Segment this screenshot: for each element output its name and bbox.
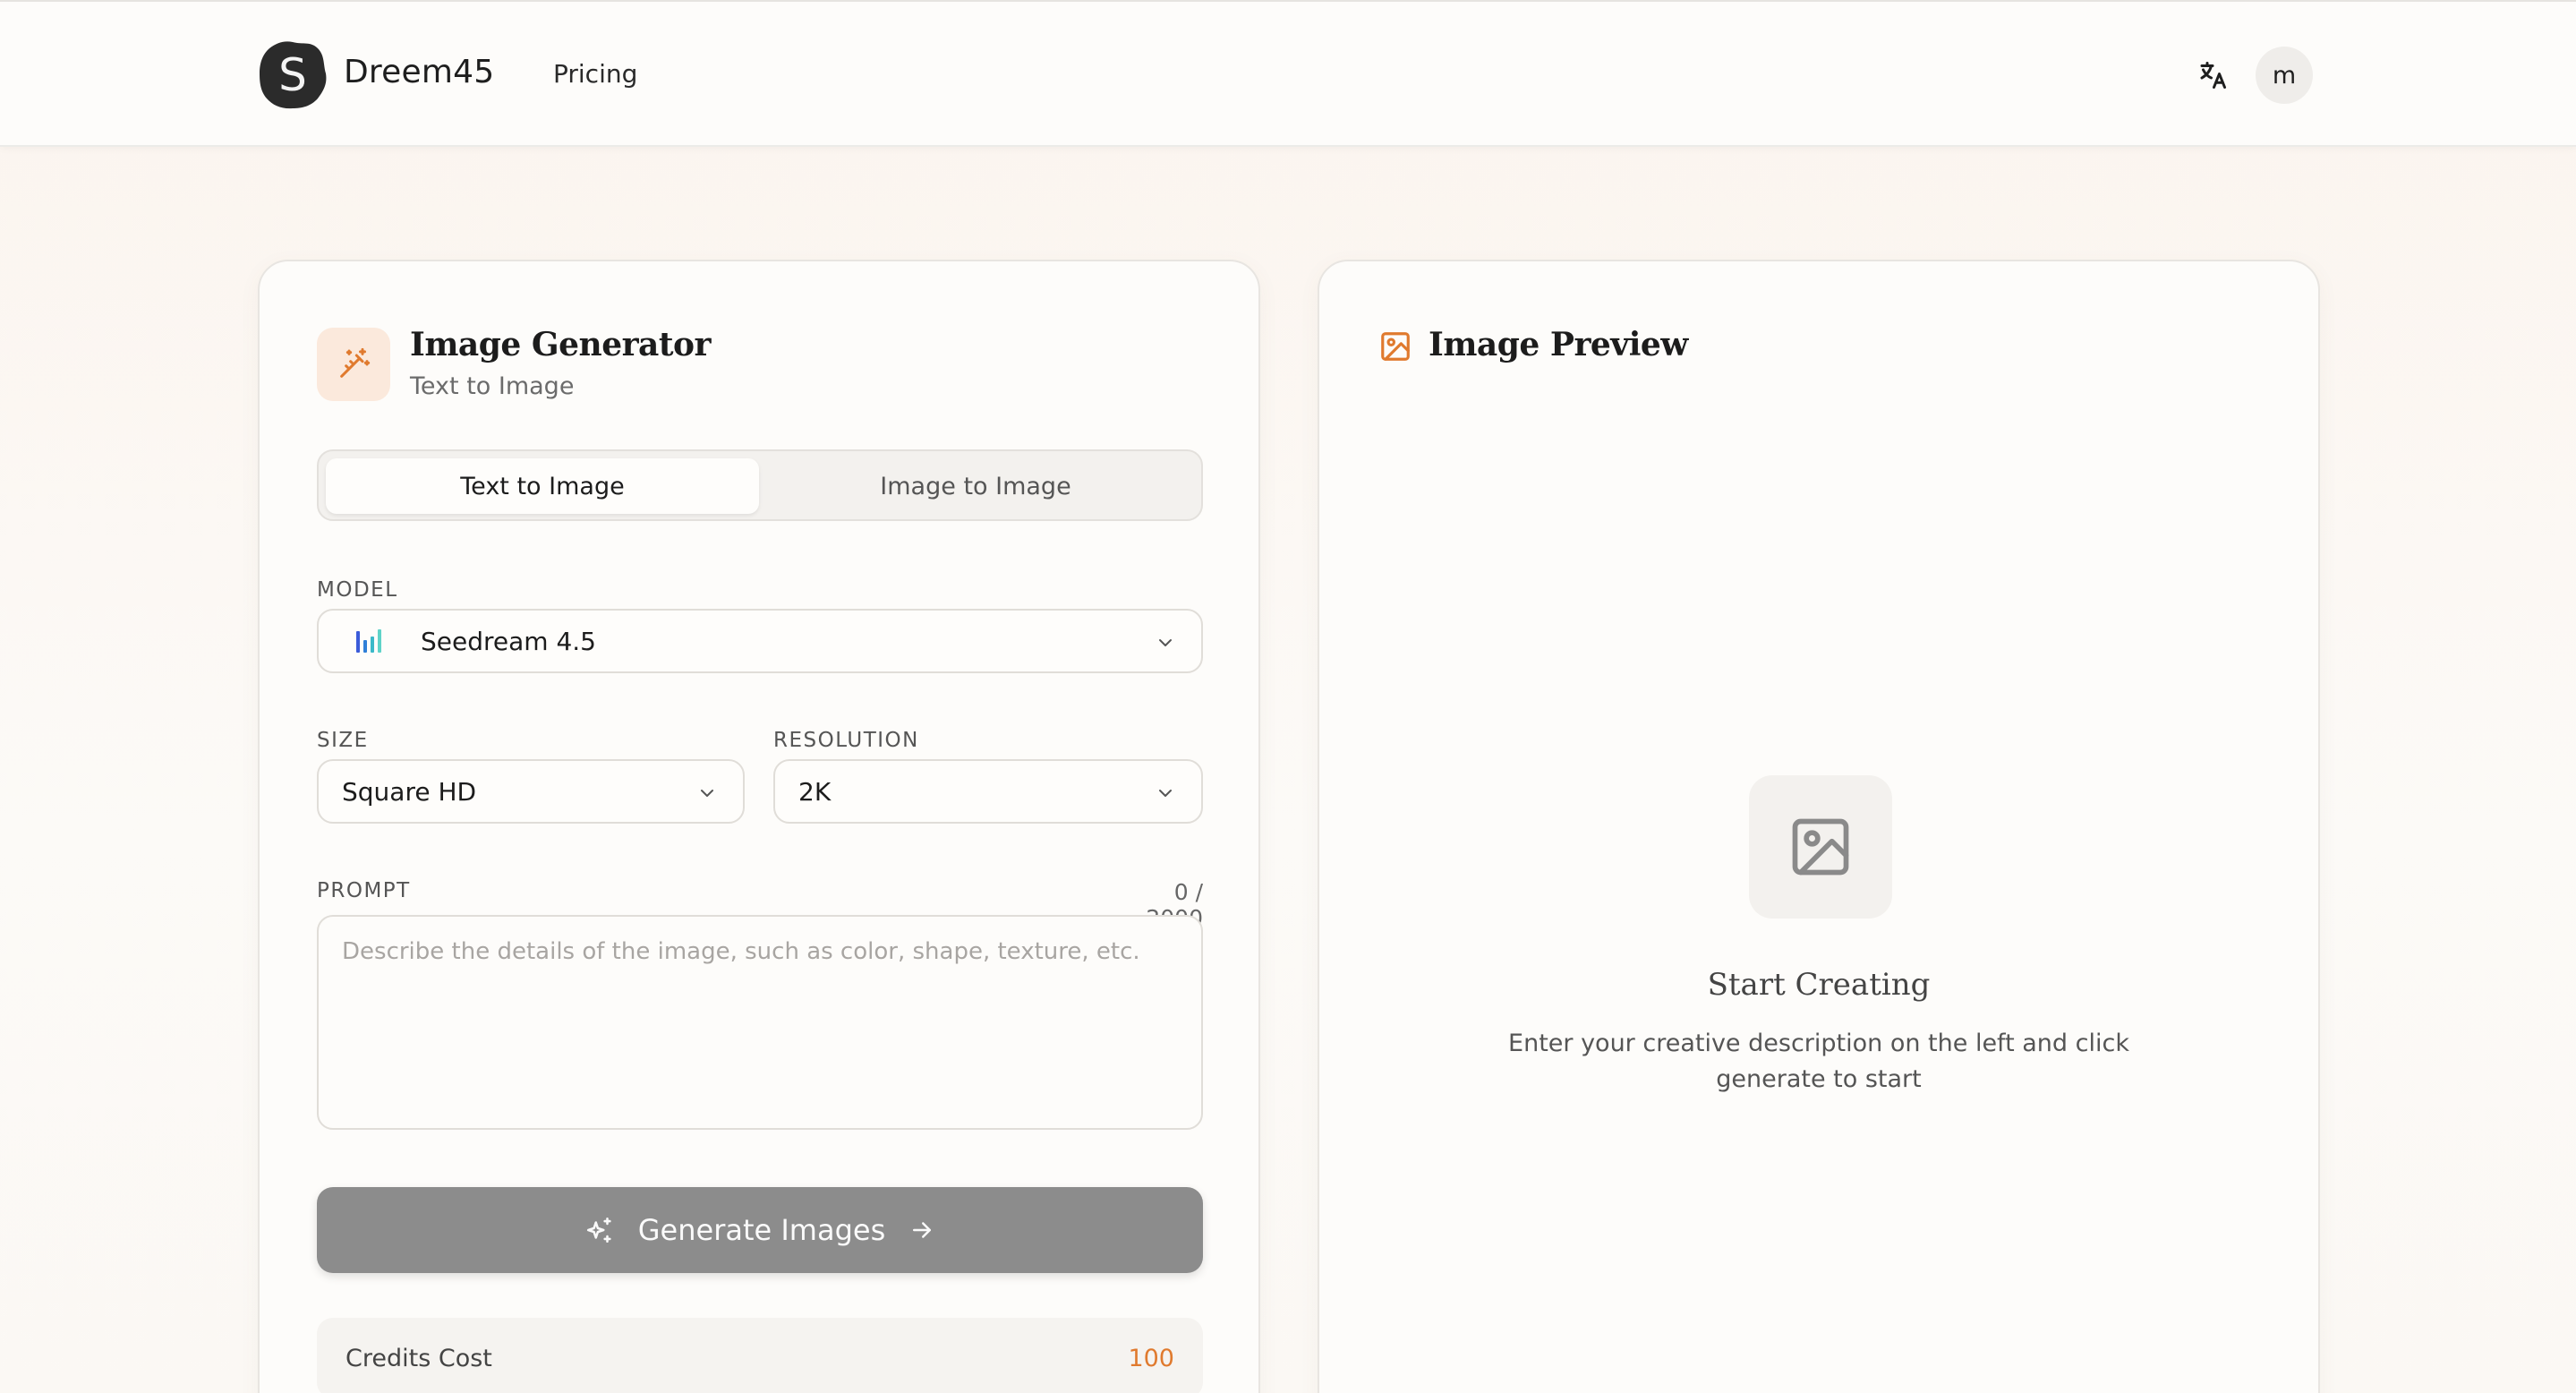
- brand-name[interactable]: Dreem45: [344, 54, 494, 90]
- chevron-down-icon: [1159, 639, 1172, 646]
- chevron-down-icon: [1159, 790, 1172, 797]
- nav-link-pricing[interactable]: Pricing: [553, 59, 637, 89]
- arrow-right-icon: [913, 1222, 932, 1238]
- chevron-down-icon: [701, 790, 713, 797]
- mode-tabs: Text to Image Image to Image: [317, 449, 1203, 521]
- preview-title: Image Preview: [1429, 326, 1688, 363]
- credits-cost-label: Credits Cost: [345, 1345, 492, 1372]
- image-icon: [1381, 332, 1410, 361]
- empty-state-icon-box: [1749, 775, 1892, 919]
- sparkles-icon: [586, 1217, 611, 1243]
- credits-cost-value: 100: [1128, 1345, 1174, 1372]
- prompt-label: PROMPT: [317, 879, 411, 902]
- svg-text:S: S: [278, 49, 307, 101]
- generate-images-button[interactable]: Generate Images: [317, 1187, 1203, 1273]
- image-preview-panel: Image Preview Start Creating Enter your …: [1318, 260, 2320, 1393]
- empty-state-description: Enter your creative description on the l…: [1508, 1030, 2129, 1093]
- model-value: Seedream 4.5: [421, 626, 596, 656]
- model-label: MODEL: [317, 578, 398, 602]
- generate-button-label: Generate Images: [637, 1213, 886, 1247]
- user-avatar[interactable]: m: [2256, 47, 2313, 104]
- model-select[interactable]: Seedream 4.5: [317, 609, 1203, 673]
- prompt-input[interactable]: [317, 915, 1203, 1130]
- generator-icon-box: [317, 328, 390, 401]
- translate-button[interactable]: [2193, 56, 2232, 95]
- logo-icon[interactable]: S: [257, 39, 328, 111]
- panel-subtitle: Text to Image: [410, 372, 575, 400]
- tab-text-to-image[interactable]: Text to Image: [326, 458, 759, 514]
- panel-title: Image Generator: [410, 326, 712, 363]
- credits-cost-row: Credits Cost 100: [317, 1318, 1203, 1393]
- translate-icon: [2200, 62, 2226, 89]
- resolution-select[interactable]: 2K: [773, 759, 1203, 824]
- empty-state-title: Start Creating: [1707, 967, 1931, 1003]
- tab-image-to-image[interactable]: Image to Image: [759, 458, 1192, 514]
- magic-wand-icon: [340, 347, 371, 378]
- size-select[interactable]: Square HD: [317, 759, 745, 824]
- image-placeholder-icon: [1792, 818, 1849, 876]
- seedream-logo-icon: [356, 629, 381, 653]
- image-generator-panel: Image Generator Text to Image Text to Im…: [258, 260, 1260, 1393]
- resolution-value: 2K: [798, 776, 832, 807]
- resolution-label: RESOLUTION: [773, 729, 919, 752]
- top-header: S Dreem45 Pricing m: [0, 0, 2576, 147]
- size-label: SIZE: [317, 729, 369, 752]
- size-value: Square HD: [342, 776, 477, 807]
